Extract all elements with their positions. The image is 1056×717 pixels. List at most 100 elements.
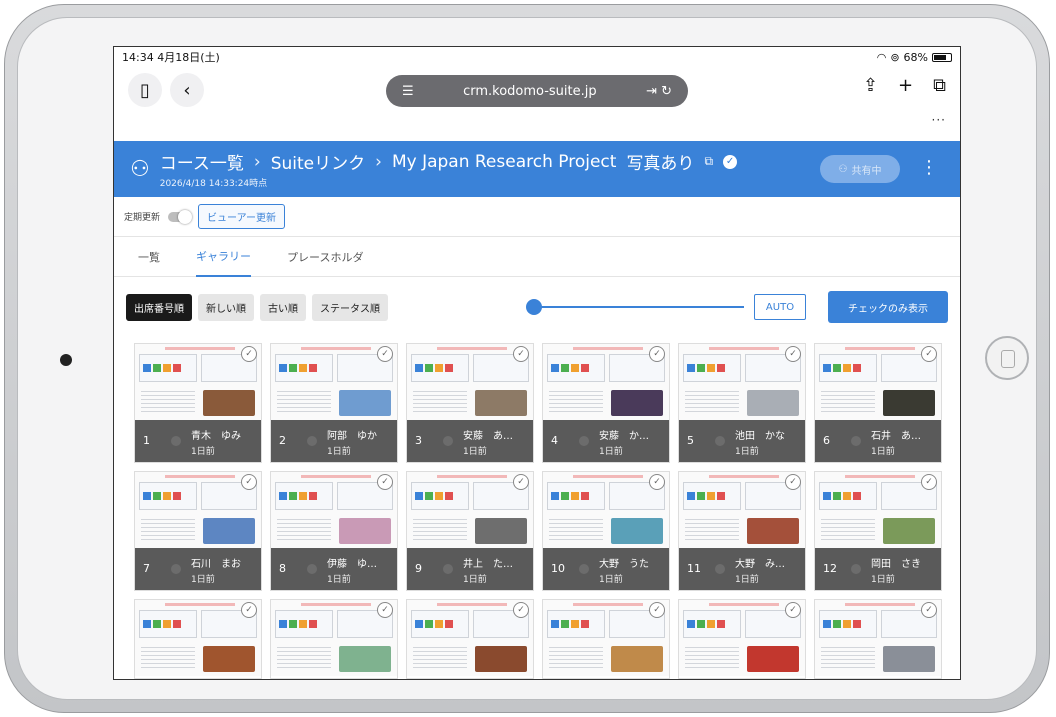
breadcrumb-separator: › [375, 151, 382, 172]
gallery-card[interactable]: ✓ 4 安藤 か… 1日前 [542, 343, 670, 463]
submitted-time: 1日前 [599, 447, 623, 457]
auto-refresh-label: 定期更新 [124, 213, 161, 223]
page-title: My Japan Research Project [391, 151, 617, 172]
browser-more-indicator[interactable]: ··· [932, 113, 946, 127]
status-dot-icon [579, 564, 589, 574]
tab-placeholder[interactable]: プレースホルダ [287, 237, 363, 277]
worksheet-text-lines [685, 388, 739, 414]
sort-attendance-button[interactable]: 出席番号順 [126, 293, 192, 321]
worksheet-color-squares [823, 364, 861, 372]
worksheet-color-squares [415, 492, 453, 500]
check-circle-icon[interactable]: ✓ [513, 474, 529, 490]
check-circle-icon[interactable]: ✓ [921, 346, 937, 362]
check-circle-icon[interactable]: ✓ [921, 602, 937, 618]
card-footer: 5 池田 かな 1日前 [679, 420, 805, 462]
worksheet-photo [883, 646, 935, 672]
tab-gallery[interactable]: ギャラリー [196, 237, 251, 277]
page-menu-icon[interactable]: ☰ [402, 84, 414, 99]
gallery-card[interactable]: ✓ [270, 599, 398, 679]
student-name: 安藤 あ… [463, 431, 513, 442]
check-circle-icon[interactable]: ✓ [649, 346, 665, 362]
gallery-card[interactable]: ✓ 9 井上 た… 1日前 [406, 471, 534, 591]
gallery-card[interactable]: ✓ 1 青木 ゆみ 1日前 [134, 343, 262, 463]
gallery-card[interactable]: ✓ 7 石川 まお 1日前 [134, 471, 262, 591]
student-number: 8 [279, 562, 286, 575]
card-footer: 6 石井 あ… 1日前 [815, 420, 941, 462]
home-button[interactable] [985, 336, 1029, 380]
card-footer: 2 阿部 ゆか 1日前 [271, 420, 397, 462]
show-checked-only-button[interactable]: チェックのみ表示 [828, 291, 948, 323]
gallery-card[interactable]: ✓ [814, 599, 942, 679]
worksheet-color-squares [279, 620, 317, 628]
sort-newest-button[interactable]: 新しい順 [198, 293, 254, 321]
new-tab-plus-icon[interactable]: + [898, 75, 913, 96]
gallery-card[interactable]: ✓ [542, 599, 670, 679]
check-circle-icon[interactable]: ✓ [513, 346, 529, 362]
camera-icon [60, 354, 72, 366]
worksheet-photo [611, 390, 663, 416]
check-circle-icon[interactable]: ✓ [241, 602, 257, 618]
kebab-menu-icon[interactable]: ⋮ [920, 157, 938, 178]
gallery-card[interactable]: ✓ [134, 599, 262, 679]
gallery-card[interactable]: ✓ 3 安藤 あ… 1日前 [406, 343, 534, 463]
gallery-card[interactable]: ✓ 5 池田 かな 1日前 [678, 343, 806, 463]
check-circle-icon[interactable]: ✓ [785, 474, 801, 490]
sidebar-toggle-icon[interactable]: ▯ [128, 73, 162, 107]
sort-oldest-button[interactable]: 古い順 [260, 293, 306, 321]
check-circle-icon[interactable]: ✓ [377, 602, 393, 618]
check-circle-icon[interactable]: ✓ [785, 346, 801, 362]
gallery-card[interactable]: ✓ 12 岡田 さき 1日前 [814, 471, 942, 591]
check-circle-icon[interactable]: ✓ [241, 346, 257, 362]
breadcrumb-suite-link[interactable]: Suiteリンク [271, 149, 365, 174]
sort-status-button[interactable]: ステータス順 [312, 293, 388, 321]
back-chevron-icon[interactable]: ‹ [170, 73, 204, 107]
check-circle-icon[interactable]: ✓ [241, 474, 257, 490]
student-name: 安藤 か… [599, 431, 649, 442]
viewer-refresh-button[interactable]: ビューアー更新 [198, 204, 286, 229]
status-dot-icon [443, 564, 453, 574]
share-icon[interactable]: ⇪ [863, 75, 878, 96]
gallery-card[interactable]: ✓ 11 大野 み… 1日前 [678, 471, 806, 591]
tab-list[interactable]: 一覧 [138, 237, 160, 277]
address-bar[interactable]: ☰ crm.kodomo-suite.jp ⇥ ↻ [386, 75, 688, 107]
student-number: 1 [143, 434, 150, 447]
student-number: 9 [415, 562, 422, 575]
breadcrumb-course-list[interactable]: コース一覧 [160, 149, 244, 174]
worksheet-text-lines [277, 516, 331, 542]
external-link-icon[interactable]: ⧉ [704, 154, 713, 169]
gallery-card[interactable]: ✓ [678, 599, 806, 679]
gallery-card[interactable]: ✓ 8 伊藤 ゆ… 1日前 [270, 471, 398, 591]
sharing-button[interactable]: ⚇ 共有中 [820, 155, 900, 183]
worksheet-color-squares [823, 492, 861, 500]
people-icon: ⚇ [838, 163, 848, 175]
check-circle-icon[interactable]: ✓ [921, 474, 937, 490]
gallery-card[interactable]: ✓ 2 阿部 ゆか 1日前 [270, 343, 398, 463]
worksheet-title-bar [573, 603, 643, 606]
submitted-time: 1日前 [191, 575, 215, 585]
battery-icon [932, 52, 952, 62]
worksheet-text-lines [277, 388, 331, 414]
gallery-card[interactable]: ✓ 10 大野 うた 1日前 [542, 471, 670, 591]
worksheet-text-lines [413, 516, 467, 542]
card-footer: 1 青木 ゆみ 1日前 [135, 420, 261, 462]
student-name: 岡田 さき [871, 559, 921, 570]
auto-refresh-toggle[interactable] [168, 209, 193, 224]
gallery-card[interactable]: ✓ 6 石井 あ… 1日前 [814, 343, 942, 463]
auto-button[interactable]: AUTO [754, 294, 806, 320]
tabs-overview-icon[interactable]: ⧉ [933, 75, 946, 96]
slider-handle[interactable] [526, 299, 542, 315]
worksheet-title-bar [165, 347, 235, 350]
check-circle-icon[interactable]: ✓ [513, 602, 529, 618]
student-name: 井上 た… [463, 559, 513, 570]
gallery-card[interactable]: ✓ [406, 599, 534, 679]
check-circle-icon[interactable]: ✓ [649, 474, 665, 490]
check-circle-icon[interactable]: ✓ [649, 602, 665, 618]
check-circle-icon[interactable]: ✓ [785, 602, 801, 618]
status-bar: 14:34 4月18日(土) ◠ ⊚ 68% [114, 47, 960, 67]
sharing-label: 共有中 [851, 165, 882, 177]
thumbnail-size-slider[interactable] [526, 299, 744, 315]
check-circle-icon[interactable]: ✓ [377, 474, 393, 490]
check-circle-icon[interactable]: ✓ [377, 346, 393, 362]
reader-reload-icons[interactable]: ⇥ ↻ [646, 84, 672, 99]
worksheet-text-lines [821, 388, 875, 414]
